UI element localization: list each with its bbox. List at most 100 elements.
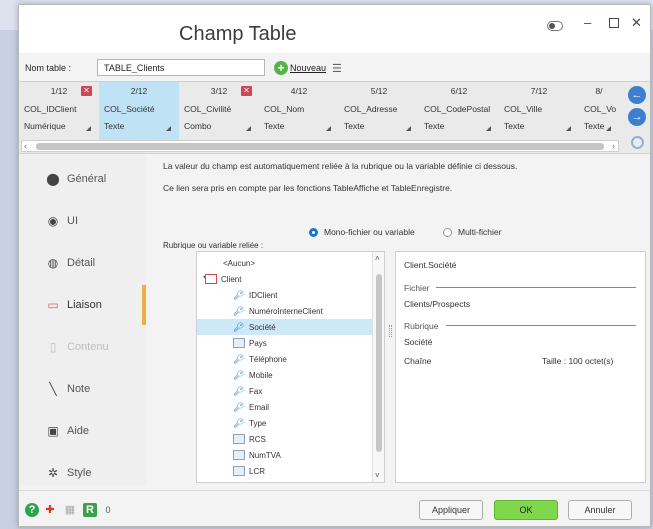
column-type: Combo [184, 121, 212, 131]
tree-item-label: Mobile [249, 371, 273, 380]
tree-item[interactable]: Pays [197, 335, 373, 351]
nav-left-icon[interactable]: ← [628, 86, 646, 104]
column-8[interactable]: 8/COL_Vo Texte [579, 82, 619, 140]
sidebar-item-label: Détail [67, 257, 96, 269]
tree-item-label: IDClient [249, 291, 278, 300]
rubrique-tree[interactable]: <Aucun> Client 🔑︎ IDClient 🔑︎ NuméroInterneCl… [196, 251, 385, 483]
sidebar-item-label: UI [67, 215, 78, 227]
column-7[interactable]: 7/12 COL_Ville Texte [499, 82, 579, 140]
column-3[interactable]: 3/12 ✕ COL_Civilité Combo [179, 82, 259, 140]
resize-corner-icon[interactable] [86, 126, 91, 131]
key-field-icon: 🔑︎ [233, 418, 245, 428]
field-icon [233, 450, 245, 460]
champ-table-window: Champ Table – ✕ Nom table : + Nouveau ☰ … [18, 4, 651, 527]
resize-corner-icon[interactable] [326, 126, 331, 131]
sidebar-item-label: Aide [67, 425, 90, 437]
sidebar-item-4[interactable]: ▯ Contenu [19, 327, 146, 367]
help-icon[interactable]: ? [25, 503, 39, 517]
column-scrollbar[interactable]: ‹ › [21, 140, 619, 152]
tree-item[interactable]: 🔑︎ Mobile [197, 367, 373, 383]
scroll-right-icon[interactable]: › [612, 141, 615, 151]
sidebar-item-0[interactable]: ⬤ Général [19, 159, 146, 199]
tree-item[interactable]: 🔑︎ Email [197, 399, 373, 415]
tree-item[interactable]: 🔑︎ Type [197, 415, 373, 431]
tree-item[interactable]: 🔑︎ Fax [197, 383, 373, 399]
radio-multi-label: Multi-fichier [458, 227, 502, 237]
tree-item[interactable]: 🔑︎ IDClient [197, 287, 373, 303]
table-name-input[interactable] [97, 59, 265, 76]
radio-mono-label: Mono-fichier ou variable [324, 227, 415, 237]
sidebar-item-3[interactable]: ▭ Liaison [19, 285, 146, 325]
radio-mono-fichier[interactable]: Mono-fichier ou variable [309, 227, 415, 237]
rubrique-section-label: Rubrique [404, 321, 439, 331]
tree-item[interactable]: <Aucun> [197, 255, 373, 271]
resize-corner-icon[interactable] [166, 126, 171, 131]
tree-item[interactable]: NumTVA [197, 447, 373, 463]
tool-icon[interactable]: ✚ [43, 503, 57, 517]
tree-item-label: Société [249, 323, 276, 332]
tree-item-label: RCS [249, 435, 266, 444]
ok-button[interactable]: OK [494, 500, 558, 520]
tree-item[interactable]: Client [197, 271, 373, 287]
liaison-panel: La valeur du champ est automatiquement r… [147, 155, 650, 490]
description-line-1: La valeur du champ est automatiquement r… [163, 161, 518, 171]
tree-scroll-thumb[interactable] [376, 274, 382, 452]
nav-right-icon[interactable]: → [628, 108, 646, 126]
key-field-icon: 🔑︎ [233, 386, 245, 396]
column-1[interactable]: 1/12 ✕ COL_IDClient Numérique [19, 82, 99, 140]
sidebar-item-5[interactable]: ╲ Note [19, 369, 146, 409]
key-field-icon: 🔑︎ [233, 370, 245, 380]
rubrique-detail-panel: Client.Société Fichier Clients/Prospects… [395, 251, 646, 483]
scroll-up-icon[interactable]: ˄ [375, 254, 380, 263]
tree-item[interactable]: RCS [197, 431, 373, 447]
resize-corner-icon[interactable] [246, 126, 251, 131]
minimize-icon[interactable]: – [584, 15, 591, 30]
table-name-label: Nom table : [25, 63, 72, 73]
tree-item[interactable]: LCR [197, 463, 373, 479]
field-icon [233, 338, 245, 348]
tree-item[interactable]: 🔑︎ NuméroInterneClient [197, 303, 373, 319]
tree-item-label: Pays [249, 339, 267, 348]
scroll-thumb[interactable] [36, 143, 604, 150]
sidebar-item-6[interactable]: ▣ Aide [19, 411, 146, 451]
column-name: COL_Ville [504, 104, 543, 114]
description-line-2: Ce lien sera pris en compte par les fonc… [163, 183, 453, 193]
grid-icon[interactable]: ▦ [63, 503, 77, 517]
close-icon[interactable]: ✕ [631, 15, 642, 31]
apply-button[interactable]: Appliquer [419, 500, 483, 520]
resize-corner-icon[interactable] [406, 126, 411, 131]
resize-corner-icon[interactable] [606, 126, 611, 131]
scroll-down-icon[interactable]: ˅ [375, 471, 380, 480]
scroll-left-icon[interactable]: ‹ [24, 141, 27, 151]
hamburger-icon[interactable]: ☰ [332, 62, 342, 75]
search-icon[interactable] [631, 136, 644, 149]
r-icon[interactable]: R [83, 503, 97, 517]
sidebar-item-2[interactable]: ◍ Détail [19, 243, 146, 283]
column-4[interactable]: 4/12 COL_Nom Texte [259, 82, 339, 140]
radio-mono-dot [309, 227, 318, 237]
sidebar-item-7[interactable]: ✲ Style [19, 453, 146, 493]
new-column-label: Nouveau [290, 63, 327, 73]
resize-corner-icon[interactable] [566, 126, 571, 131]
maximize-icon[interactable] [609, 16, 619, 31]
resize-corner-icon[interactable] [486, 126, 491, 131]
column-5[interactable]: 5/12 COL_Adresse Texte [339, 82, 419, 140]
counter: 0 [105, 505, 111, 515]
tree-item[interactable]: 🔑︎ Téléphone [197, 351, 373, 367]
cancel-button[interactable]: Annuler [568, 500, 632, 520]
pane-splitter[interactable] [389, 325, 392, 337]
remove-column-icon[interactable]: ✕ [241, 86, 252, 96]
radio-multi-fichier[interactable]: Multi-fichier [443, 227, 501, 237]
detail-icon: ◍ [47, 256, 59, 270]
new-column-button[interactable]: + Nouveau ☰ [274, 59, 342, 77]
note-icon: ╲ [49, 382, 57, 396]
column-type: Texte [344, 121, 365, 131]
field-icon [233, 434, 245, 444]
column-2[interactable]: 2/12 COL_Société Texte [99, 82, 179, 140]
tree-scrollbar[interactable]: ˄ ˅ [372, 252, 384, 482]
toggle-icon[interactable] [547, 19, 563, 34]
remove-column-icon[interactable]: ✕ [81, 86, 92, 96]
sidebar-item-1[interactable]: ◉ UI [19, 201, 146, 241]
tree-item[interactable]: 🔑︎ Société [197, 319, 373, 335]
column-6[interactable]: 6/12 COL_CodePostal Texte [419, 82, 499, 140]
